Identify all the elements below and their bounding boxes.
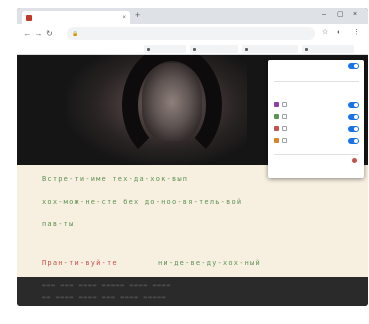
bookmark-star-icon[interactable]: ☆ [322, 29, 328, 36]
site-favicon-icon [26, 14, 32, 21]
tab-strip: × + – ▢ × [17, 8, 368, 24]
subtitle-history-line: ▬▬ ▬▬▬▬ ▬▬▬▬ ▬▬▬ ▬▬▬▬ ▬▬▬▬▬ [42, 294, 167, 301]
subtitle-history: ▬▬▬ ▬▬▬ ▬▬▬▬ ▬▬▬▬▬ ▬▬▬▬ ▬▬▬▬ ▬▬ ▬▬▬▬ ▬▬▬… [17, 277, 368, 306]
color-swatch [274, 126, 279, 131]
color-toggle[interactable] [348, 125, 359, 132]
menu-icon[interactable]: ⋮ [353, 29, 360, 36]
color-swatch [274, 138, 279, 143]
minimize-icon[interactable]: – [322, 11, 326, 18]
bookmark-folder-icon [193, 47, 196, 51]
tab-close-icon[interactable]: × [122, 15, 126, 21]
forward-icon[interactable]: → [33, 29, 44, 38]
extension-popup [268, 60, 364, 178]
lock-icon: 🔒 [72, 30, 79, 37]
subtitle-line: хох-мож-не-сте бех до-ноо-вя-тель-вой [42, 198, 243, 206]
color-toggle[interactable] [348, 113, 359, 120]
address-bar[interactable]: 🔒 [67, 27, 315, 40]
subtitle-history-line: ▬▬▬ ▬▬▬ ▬▬▬▬ ▬▬▬▬▬ ▬▬▬▬ ▬▬▬▬ [42, 282, 172, 289]
color-toggle[interactable] [348, 101, 359, 108]
popup-divider [274, 154, 359, 155]
color-swatch [274, 102, 279, 107]
status-dot-icon[interactable] [352, 157, 357, 163]
subtitle-line: Встре-ти-име тех-да-хок-вып [42, 175, 189, 183]
bookmark-item[interactable] [302, 45, 354, 53]
color-swatch [274, 114, 279, 119]
color-option-row[interactable] [274, 113, 359, 120]
browser-window: × + – ▢ × ← → ↻ 🔒 ☆ ◐ ⋮ Встре-ти-име тех… [17, 8, 368, 306]
reload-icon[interactable]: ↻ [44, 29, 55, 38]
color-checkbox[interactable] [282, 138, 287, 143]
subtitle-word-highlight: Пран-ти-вуй-те [42, 259, 118, 267]
close-window-icon[interactable]: × [353, 11, 357, 18]
subtitle-line: ни-де-ве-ду-хох-ный [158, 259, 261, 267]
enable-toggle[interactable] [348, 63, 359, 69]
color-option-row[interactable] [274, 137, 359, 144]
bookmark-folder-icon [245, 47, 248, 51]
browser-tab[interactable]: × [22, 11, 130, 24]
color-option-row[interactable] [274, 125, 359, 132]
new-tab-icon[interactable]: + [135, 11, 140, 20]
bookmark-folder-icon [305, 47, 308, 51]
bookmark-folder-icon [147, 47, 150, 51]
color-option-row[interactable] [274, 101, 359, 108]
color-checkbox[interactable] [282, 126, 287, 131]
subtitle-panel: Встре-ти-име тех-да-хок-вып хох-мож-не-с… [17, 165, 368, 277]
maximize-icon[interactable]: ▢ [337, 11, 344, 18]
bookmarks-bar [17, 43, 368, 55]
color-checkbox[interactable] [282, 114, 287, 119]
extension-icon[interactable]: ◐ [337, 29, 341, 36]
popup-divider [274, 81, 359, 82]
color-checkbox[interactable] [282, 102, 287, 107]
bookmark-item[interactable] [190, 45, 238, 53]
color-toggle[interactable] [348, 137, 359, 144]
bookmark-item[interactable] [144, 45, 186, 53]
subtitle-line: пав-ты [42, 220, 75, 228]
browser-toolbar: ← → ↻ 🔒 ☆ ◐ ⋮ [17, 24, 368, 43]
bookmark-item[interactable] [242, 45, 298, 53]
back-icon[interactable]: ← [22, 29, 33, 38]
